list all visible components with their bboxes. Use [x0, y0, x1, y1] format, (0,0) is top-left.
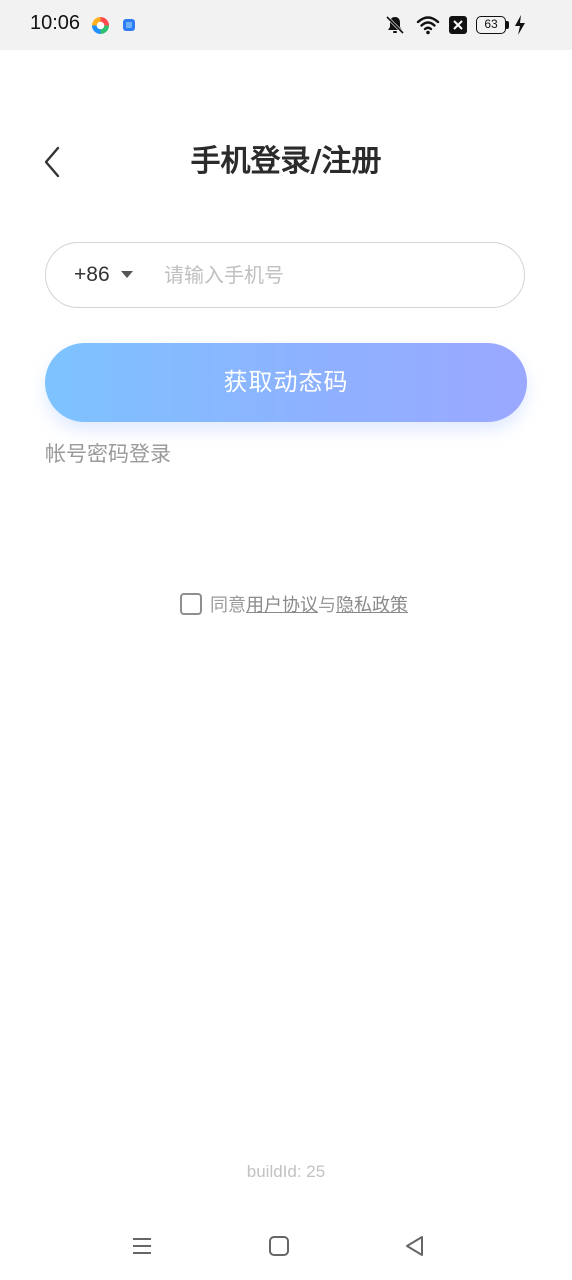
status-time: 10:06 [30, 12, 81, 34]
agreement-connector: 与 [318, 595, 336, 616]
get-code-button[interactable]: 获取动态码 [45, 343, 527, 422]
battery-level: 63 [484, 17, 498, 31]
home-square-icon[interactable] [267, 1234, 291, 1258]
back-triangle-icon[interactable] [403, 1234, 427, 1258]
password-login-link[interactable]: 帐号密码登录 [45, 438, 171, 470]
battery-cap [506, 21, 509, 29]
menu-icon[interactable] [130, 1234, 154, 1258]
agreement-prefix: 同意 [210, 595, 246, 616]
page-title: 手机登录/注册 [190, 144, 382, 179]
country-code-selector[interactable]: +86 [74, 243, 110, 306]
privacy-policy-link[interactable]: 隐私政策 [336, 591, 408, 617]
phone-input-box: +86 [45, 242, 525, 308]
caret-down-icon[interactable] [121, 271, 133, 278]
no-sim-icon [449, 16, 467, 34]
system-nav-bar [0, 1216, 572, 1280]
build-id: buildId: 25 [246, 1162, 326, 1181]
battery-icon: 63 [476, 16, 506, 34]
app-notification-icon-2 [123, 19, 135, 31]
status-bar: 10:06 63 [0, 0, 572, 50]
agreement-row: 同意 用户协议 与 隐私政策 [180, 588, 408, 620]
user-agreement-link[interactable]: 用户协议 [246, 591, 318, 617]
status-icons: 63 [372, 0, 572, 50]
phone-number-input[interactable] [164, 253, 494, 297]
agree-checkbox[interactable] [180, 593, 202, 615]
wifi-icon [416, 16, 440, 35]
app-notification-icon [91, 16, 110, 35]
mute-bell-icon [385, 15, 405, 35]
charging-bolt-icon [515, 15, 525, 35]
